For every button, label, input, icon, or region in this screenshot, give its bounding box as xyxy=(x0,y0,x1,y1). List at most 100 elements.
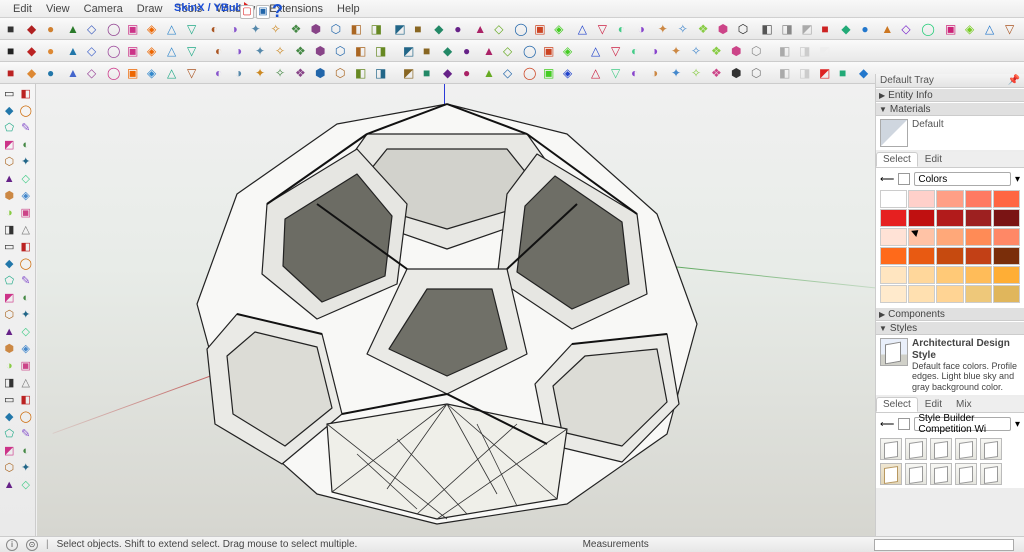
toolbar-button[interactable]: △ xyxy=(575,20,593,38)
toolbar-button[interactable]: ◧ xyxy=(776,64,794,82)
toolbar-button[interactable]: ⬡ xyxy=(332,64,350,82)
menu-edit[interactable]: Edit xyxy=(6,3,39,15)
toolbar-button[interactable]: ▲ xyxy=(64,42,82,60)
toolbar-button[interactable]: △ xyxy=(588,42,606,60)
current-style-thumb[interactable] xyxy=(880,338,908,366)
color-swatch[interactable] xyxy=(993,285,1020,303)
color-swatch[interactable] xyxy=(993,190,1020,208)
tool-button[interactable]: ◩ xyxy=(2,290,17,305)
color-swatch[interactable] xyxy=(908,247,935,265)
toolbar-button[interactable]: ◨ xyxy=(368,20,386,38)
toolbar-button[interactable]: ◑ xyxy=(232,64,250,82)
tool-button[interactable]: ◯ xyxy=(19,409,34,424)
toolbar-button[interactable]: ■ xyxy=(420,64,438,82)
tray-title-bar[interactable]: Default Tray 📌 xyxy=(876,74,1024,88)
toolbar-button[interactable]: ● xyxy=(451,20,469,38)
toolbar-button[interactable]: ▲ xyxy=(471,20,489,38)
styles-tab-select[interactable]: Select xyxy=(876,397,918,412)
toolbar-button[interactable]: ❖ xyxy=(708,42,726,60)
toolbar-button[interactable]: ◯ xyxy=(104,42,122,60)
tool-button[interactable]: ◆ xyxy=(2,256,17,271)
tool-button[interactable]: ◩ xyxy=(2,443,17,458)
color-swatch[interactable] xyxy=(965,190,992,208)
toolbar-button[interactable]: ◇ xyxy=(500,42,518,60)
toolbar-button[interactable]: ✧ xyxy=(675,20,693,38)
overlay-btn-1[interactable]: ▢ xyxy=(240,5,254,19)
status-geo-icon[interactable]: ⊙ xyxy=(26,539,38,551)
home-icon[interactable] xyxy=(898,418,910,430)
toolbar-button[interactable]: ⬡ xyxy=(735,20,753,38)
toolbar-button[interactable]: ❖ xyxy=(695,20,713,38)
tool-button[interactable]: ◧ xyxy=(19,239,34,254)
color-swatch[interactable] xyxy=(936,266,963,284)
toolbar-button[interactable]: ◨ xyxy=(778,20,796,38)
tool-button[interactable]: ⬠ xyxy=(2,273,17,288)
toolbar-button[interactable]: ▣ xyxy=(540,42,558,60)
tool-button[interactable]: ◐ xyxy=(19,137,34,152)
palette-dropdown[interactable]: Colors xyxy=(914,172,1011,186)
style-thumb[interactable] xyxy=(880,463,902,485)
toolbar-button[interactable]: ◈ xyxy=(144,20,162,38)
menu-help[interactable]: Help xyxy=(330,3,367,15)
toolbar-button[interactable]: ◈ xyxy=(560,42,578,60)
tool-button[interactable]: △ xyxy=(19,222,34,237)
toolbar-button[interactable]: ▲ xyxy=(878,20,896,38)
toolbar-button[interactable]: ◨ xyxy=(372,42,390,60)
toolbar-button[interactable]: △ xyxy=(982,20,1000,38)
toolbar-button[interactable]: ◧ xyxy=(348,20,366,38)
toolbar-button[interactable]: ◐ xyxy=(628,64,646,82)
color-swatch[interactable] xyxy=(965,247,992,265)
toolbar-button[interactable]: ◈ xyxy=(144,64,162,82)
toolbar-button[interactable]: ◐ xyxy=(212,42,230,60)
toolbar-button[interactable]: ✧ xyxy=(272,64,290,82)
toolbar-button[interactable]: ● xyxy=(44,64,62,82)
tool-button[interactable]: ▲ xyxy=(2,171,17,186)
tool-button[interactable]: ◇ xyxy=(19,324,34,339)
tool-button[interactable]: ◩ xyxy=(2,137,17,152)
color-swatch[interactable] xyxy=(908,285,935,303)
toolbar-button[interactable]: ◇ xyxy=(84,42,102,60)
toolbar-button[interactable]: ◆ xyxy=(24,42,42,60)
toolbar-button[interactable]: ◨ xyxy=(796,64,814,82)
color-swatch[interactable] xyxy=(993,228,1020,246)
toolbar-button[interactable]: ❖ xyxy=(292,42,310,60)
toolbar-button[interactable]: ✦ xyxy=(668,42,686,60)
color-swatch[interactable] xyxy=(908,266,935,284)
color-swatch[interactable] xyxy=(880,247,907,265)
tool-button[interactable]: ◐ xyxy=(19,290,34,305)
style-thumb[interactable] xyxy=(980,438,1002,460)
tool-button[interactable]: ◧ xyxy=(19,86,34,101)
toolbar-button[interactable]: ✦ xyxy=(252,42,270,60)
toolbar-button[interactable]: ▽ xyxy=(1002,20,1020,38)
tool-button[interactable]: ◇ xyxy=(19,171,34,186)
style-thumb[interactable] xyxy=(930,438,952,460)
tool-button[interactable]: ✦ xyxy=(19,460,34,475)
toolbar-button[interactable]: ⬡ xyxy=(332,42,350,60)
menu-draw[interactable]: Draw xyxy=(130,3,170,15)
materials-tab-edit[interactable]: Edit xyxy=(918,152,949,167)
toolbar-button[interactable]: ◐ xyxy=(615,20,633,38)
toolbar-button[interactable]: ◑ xyxy=(635,20,653,38)
toolbar-button[interactable]: ◐ xyxy=(212,64,230,82)
tool-button[interactable]: ◯ xyxy=(19,103,34,118)
toolbar-button[interactable]: ◇ xyxy=(491,20,509,38)
toolbar-button[interactable]: ❖ xyxy=(708,64,726,82)
tool-button[interactable]: ✦ xyxy=(19,154,34,169)
color-swatch[interactable] xyxy=(936,228,963,246)
toolbar-button[interactable]: ◈ xyxy=(560,64,578,82)
tool-button[interactable]: ⬡ xyxy=(2,307,17,322)
toolbar-button[interactable]: ✦ xyxy=(252,64,270,82)
tool-button[interactable]: ◆ xyxy=(2,409,17,424)
color-swatch[interactable] xyxy=(880,209,907,227)
style-thumb[interactable] xyxy=(955,463,977,485)
toolbar-button[interactable]: ⬢ xyxy=(715,20,733,38)
toolbar-button[interactable]: ✦ xyxy=(668,64,686,82)
color-swatch[interactable] xyxy=(965,266,992,284)
toolbar-button[interactable]: ◩ xyxy=(400,42,418,60)
toolbar-button[interactable]: ◆ xyxy=(24,20,42,38)
tool-button[interactable]: ▭ xyxy=(2,86,17,101)
toolbar-button[interactable]: ✦ xyxy=(248,20,266,38)
tool-button[interactable]: ◨ xyxy=(2,222,17,237)
toolbar-button[interactable]: ▽ xyxy=(608,42,626,60)
toolbar-button[interactable]: ▽ xyxy=(595,20,613,38)
